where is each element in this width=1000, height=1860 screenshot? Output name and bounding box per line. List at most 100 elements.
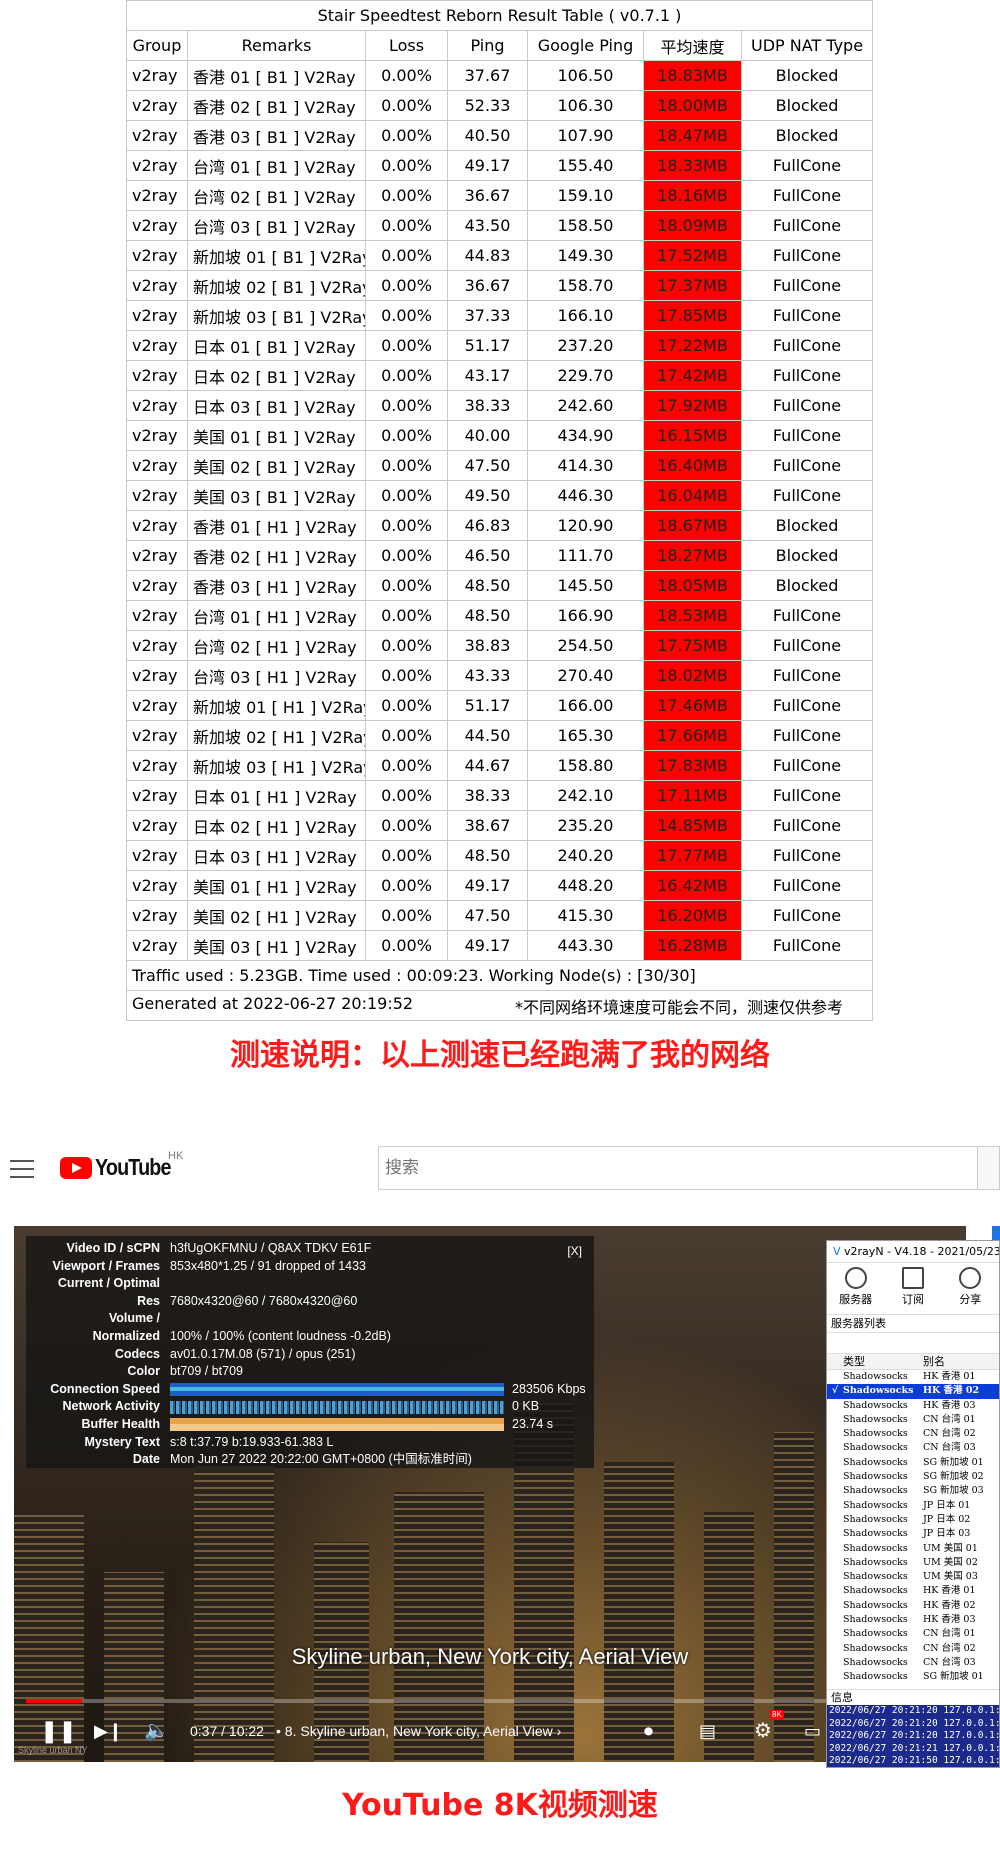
subtitles-icon[interactable]: ▤: [699, 1716, 716, 1746]
server-list-label: 服务器列表: [827, 1315, 999, 1333]
remarks-cell: 新加坡 02 [ B1 ] V2Ray: [187, 270, 366, 301]
server-row[interactable]: √ Shadowsocks HK 香港 02: [827, 1384, 999, 1399]
table-row: v2ray 日本 02 [ H1 ] V2Ray 0.00% 38.67 235.20 1…: [126, 810, 874, 841]
server-row[interactable]: Shadowsocks SG 新加坡 03: [827, 1484, 999, 1498]
pause-icon[interactable]: ❚❚: [40, 1716, 77, 1746]
loss-cell: 0.00%: [365, 540, 448, 571]
server-type: Shadowsocks: [843, 1671, 908, 1683]
server-check: [827, 1413, 843, 1427]
youtube-caption: YouTube 8K视频测速: [342, 1788, 658, 1823]
server-row[interactable]: Shadowsocks CN 台湾 01: [827, 1413, 999, 1427]
close-stats-button[interactable]: [X]: [567, 1244, 582, 1258]
server-type: Shadowsocks: [843, 1413, 908, 1425]
server-alias: JP 日本 02: [923, 1513, 971, 1525]
nat-type-cell: FullCone: [740, 630, 874, 661]
server-row[interactable]: Shadowsocks HK 香港 01: [827, 1370, 999, 1384]
server-row[interactable]: Shadowsocks HK 香港 01: [827, 1584, 999, 1598]
server-row[interactable]: Shadowsocks UM 美国 01: [827, 1542, 999, 1556]
server-type: Shadowsocks: [843, 1471, 908, 1483]
ping-cell: 49.50: [447, 480, 528, 511]
server-alias: HK 香港 01: [923, 1585, 976, 1597]
server-check: [827, 1627, 843, 1641]
col-alias[interactable]: 别名: [923, 1354, 945, 1369]
stat-value-wrap: 23.74 s: [170, 1416, 586, 1434]
nat-type-cell: FullCone: [740, 600, 874, 631]
v2rayn-window: V v2rayN - V4.18 - 2021/05/23 服务器 订阅 分享 …: [826, 1240, 1000, 1768]
subscribe-button[interactable]: 订阅: [884, 1263, 941, 1314]
server-check: [827, 1484, 843, 1498]
server-row[interactable]: Shadowsocks UM 美国 02: [827, 1556, 999, 1570]
server-row[interactable]: Shadowsocks JP 日本 02: [827, 1513, 999, 1527]
server-row[interactable]: Shadowsocks SG 新加坡 01: [827, 1456, 999, 1470]
stat-graph: [170, 1382, 504, 1396]
servers-button[interactable]: 服务器: [827, 1263, 884, 1314]
server-row[interactable]: Shadowsocks SG 新加坡 01: [827, 1670, 999, 1684]
stat-key: Video ID / sCPN: [66, 1241, 160, 1255]
loss-cell: 0.00%: [365, 840, 448, 871]
info-label: 信息: [827, 1689, 999, 1705]
autoplay-toggle-icon[interactable]: ⏺: [644, 1716, 653, 1746]
settings-gear-icon[interactable]: ⚙: [754, 1716, 772, 1746]
server-row[interactable]: Shadowsocks HK 香港 03: [827, 1399, 999, 1413]
loss-cell: 0.00%: [365, 420, 448, 451]
speed-cell: 17.85MB: [643, 300, 742, 331]
group-cell: v2ray: [126, 180, 188, 211]
remarks-cell: 台湾 02 [ B1 ] V2Ray: [187, 180, 366, 211]
table-title: Stair Speedtest Reborn Result Table ( v0…: [125, 0, 874, 31]
group-cell: v2ray: [126, 810, 188, 841]
stat-key: Network Activity: [62, 1399, 160, 1414]
server-row[interactable]: Shadowsocks CN 台湾 02: [827, 1427, 999, 1441]
server-row[interactable]: Shadowsocks CN 台湾 02: [827, 1642, 999, 1656]
nat-type-cell: FullCone: [740, 720, 874, 751]
progress-bar[interactable]: [26, 1699, 954, 1703]
server-check: [827, 1670, 843, 1684]
search-button[interactable]: [978, 1146, 1000, 1190]
google-ping-cell: 158.80: [527, 750, 644, 781]
server-type: Shadowsocks: [843, 1485, 908, 1497]
stat-value-wrap: 100% / 100% (content loudness -0.2dB): [170, 1328, 586, 1346]
v2rayn-app-icon: V: [833, 1245, 841, 1258]
server-row[interactable]: Shadowsocks HK 香港 03: [827, 1613, 999, 1627]
google-ping-cell: 120.90: [527, 510, 644, 541]
stat-value: Mon Jun 27 2022 20:22:00 GMT+0800 (中国标准时…: [170, 1452, 472, 1467]
table-row: v2ray 台湾 01 [ H1 ] V2Ray 0.00% 48.50 166.90 1…: [126, 600, 874, 631]
server-row[interactable]: Shadowsocks SG 新加坡 02: [827, 1470, 999, 1484]
share-button[interactable]: 分享: [942, 1263, 999, 1314]
server-row[interactable]: Shadowsocks JP 日本 03: [827, 1527, 999, 1541]
nat-type-cell: FullCone: [740, 330, 874, 361]
search-input[interactable]: [378, 1146, 978, 1190]
server-type: Shadowsocks: [843, 1542, 908, 1554]
nat-type-cell: Blocked: [740, 60, 874, 91]
group-cell: v2ray: [126, 330, 188, 361]
server-row[interactable]: Shadowsocks CN 台湾 03: [827, 1441, 999, 1455]
group-cell: v2ray: [126, 90, 188, 121]
miniplayer-icon[interactable]: ▭: [804, 1716, 821, 1746]
server-type: Shadowsocks: [843, 1556, 908, 1568]
group-cell: v2ray: [126, 900, 188, 931]
server-row[interactable]: Shadowsocks CN 台湾 03: [827, 1656, 999, 1670]
stat-value: 100% / 100% (content loudness -0.2dB): [170, 1328, 391, 1343]
chapter-title[interactable]: • 8. Skyline urban, New York city, Aeria…: [276, 1716, 561, 1746]
stat-row: Color bt709 / bt709: [34, 1363, 586, 1381]
ping-cell: 38.83: [447, 630, 528, 661]
menu-icon[interactable]: [10, 1160, 34, 1180]
server-row[interactable]: Shadowsocks UM 美国 03: [827, 1570, 999, 1584]
server-check: [827, 1570, 843, 1584]
col-type[interactable]: 类型: [843, 1354, 923, 1369]
server-row[interactable]: Shadowsocks CN 台湾 01: [827, 1627, 999, 1641]
next-icon[interactable]: ▶❙: [94, 1716, 123, 1746]
youtube-logo[interactable]: YouTube: [60, 1154, 183, 1181]
volume-icon[interactable]: 🔈: [144, 1716, 169, 1746]
loss-cell: 0.00%: [365, 750, 448, 781]
log-panel: 2022/06/27 20:21:20 127.0.0.1:38 2022/06/…: [827, 1705, 999, 1767]
column-header: UDP NAT Type: [740, 30, 874, 61]
server-row[interactable]: Shadowsocks HK 香港 02: [827, 1599, 999, 1613]
google-ping-cell: 106.30: [527, 90, 644, 121]
stat-row: Date Mon Jun 27 2022 20:22:00 GMT+0800 (中…: [34, 1451, 586, 1469]
generated-time: Generated at 2022-06-27 20:19:52: [132, 993, 414, 1013]
video-overlay-title: Skyline urban, New York city, Aerial Vie…: [291, 1644, 689, 1669]
server-type: Shadowsocks: [843, 1399, 908, 1411]
server-row[interactable]: Shadowsocks JP 日本 01: [827, 1499, 999, 1513]
video-player[interactable]: [X] Video ID / sCPN h3fUgOKFMNU / Q8AX TD…: [14, 1226, 966, 1762]
generated-row: Generated at 2022-06-27 20:19:52 *不同网络环境速…: [125, 990, 874, 1021]
